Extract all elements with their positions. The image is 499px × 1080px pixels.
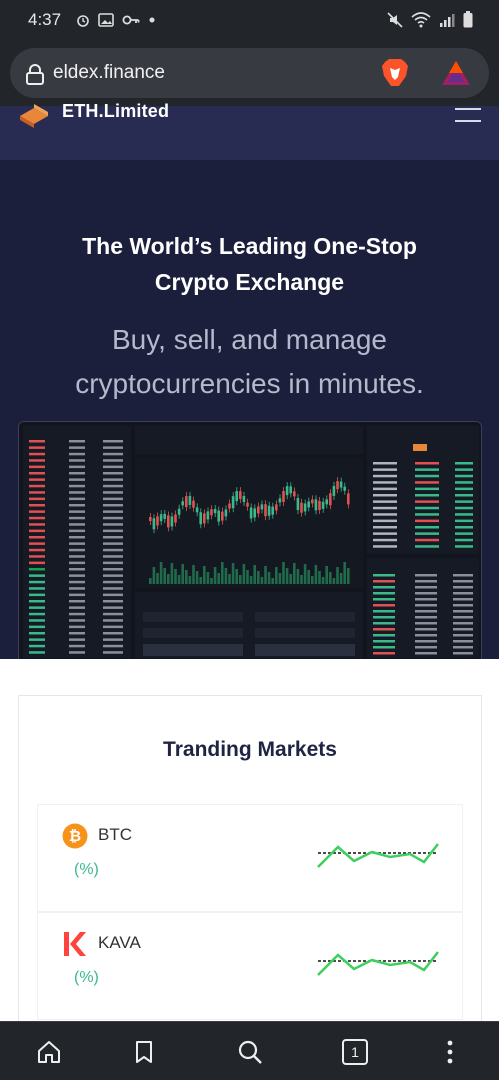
markets-section: Tranding Markets ₿ BTC (%) KAVA (%) xyxy=(0,659,499,1035)
sparkline-chart xyxy=(317,951,439,976)
tabs-icon[interactable]: 1 xyxy=(342,1039,368,1065)
hamburger-icon[interactable] xyxy=(455,108,481,124)
market-name: KAVA xyxy=(98,933,141,952)
browser-bottom-nav: 1 xyxy=(0,1021,499,1080)
more-icon[interactable] xyxy=(437,1039,463,1065)
hero-section: The World’s Leading One-Stop Crypto Exch… xyxy=(0,160,499,661)
market-name: BTC xyxy=(98,825,132,844)
dot-icon xyxy=(149,17,155,23)
image-icon xyxy=(98,13,114,27)
sparkline-chart xyxy=(317,843,439,868)
lock-icon[interactable] xyxy=(25,63,45,85)
hero-title-line2: Crypto Exchange xyxy=(154,269,345,295)
markets-title: Tranding Markets xyxy=(163,738,337,761)
home-icon[interactable] xyxy=(36,1039,62,1065)
site-logo-text[interactable]: ETH.Limited xyxy=(62,101,169,122)
hero-title: The World’s Leading One-Stop Crypto Exch… xyxy=(20,228,479,300)
logo-icon[interactable] xyxy=(18,102,50,128)
signal-icon xyxy=(440,13,455,27)
market-change: (%) xyxy=(74,861,99,878)
mute-icon xyxy=(387,11,403,28)
bitcoin-icon: ₿ xyxy=(62,823,88,849)
wifi-icon xyxy=(411,11,431,27)
bookmark-icon[interactable] xyxy=(131,1039,157,1065)
market-list: ₿ BTC (%) KAVA (%) xyxy=(37,804,463,1020)
url-text[interactable]: eldex.finance xyxy=(53,62,165,84)
market-change: (%) xyxy=(74,969,99,986)
bat-rewards-icon[interactable] xyxy=(441,60,471,86)
brave-lion-icon[interactable] xyxy=(381,58,409,88)
address-bar[interactable]: eldex.finance xyxy=(10,48,489,98)
tab-count: 1 xyxy=(351,1044,359,1060)
status-left-icons xyxy=(76,12,156,28)
exchange-preview-image xyxy=(18,421,482,661)
search-icon[interactable] xyxy=(237,1039,263,1065)
battery-icon xyxy=(463,11,473,28)
site-header: ETH.Limited xyxy=(0,101,499,160)
key-icon xyxy=(122,15,140,25)
market-row-kava[interactable]: KAVA (%) xyxy=(37,912,463,1020)
markets-card: Tranding Markets ₿ BTC (%) KAVA (%) xyxy=(18,695,482,1035)
exchange-preview-graphic xyxy=(19,422,481,660)
hero-title-line1: The World’s Leading One-Stop xyxy=(82,233,417,259)
hero-subtitle-line1: Buy, sell, and manage xyxy=(112,324,387,355)
status-bar: 4:37 xyxy=(0,0,499,40)
kava-icon xyxy=(64,932,86,956)
svg-text:₿: ₿ xyxy=(69,828,81,845)
status-time: 4:37 xyxy=(28,10,62,29)
hero-subtitle-line2: cryptocurrencies in minutes. xyxy=(75,368,424,399)
status-right-icons xyxy=(387,11,473,28)
hero-subtitle: Buy, sell, and manage cryptocurrencies i… xyxy=(10,318,489,406)
alarm-icon xyxy=(77,15,89,27)
browser-toolbar: eldex.finance xyxy=(0,40,499,106)
market-row-btc[interactable]: ₿ BTC (%) xyxy=(37,804,463,912)
